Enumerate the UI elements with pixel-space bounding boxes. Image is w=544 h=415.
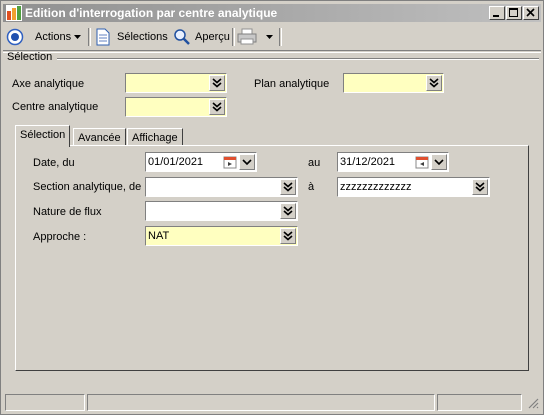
selections-button[interactable]: Sélections bbox=[95, 27, 168, 47]
selection-group-label: Sélection bbox=[7, 51, 53, 63]
section-from-dropdown-button[interactable] bbox=[280, 179, 296, 195]
calendar-icon bbox=[415, 156, 429, 169]
toolbar-separator bbox=[279, 28, 282, 46]
window: Edition d'interrogation par centre analy… bbox=[0, 0, 544, 415]
a-label: à bbox=[308, 181, 315, 193]
apercu-button[interactable]: Aperçu bbox=[173, 27, 230, 47]
close-button[interactable] bbox=[523, 6, 539, 20]
date-to-field[interactable]: 31/12/2021 bbox=[337, 152, 449, 172]
date-from-field[interactable]: 01/01/2021 bbox=[145, 152, 257, 172]
tab-affichage-label: Affichage bbox=[132, 132, 178, 144]
apercu-label: Aperçu bbox=[195, 31, 230, 43]
date-to-dropdown-button[interactable] bbox=[431, 154, 447, 170]
actions-circle-icon bbox=[6, 28, 24, 46]
double-chevron-down-icon bbox=[212, 78, 222, 88]
section-to-dropdown-button[interactable] bbox=[472, 179, 488, 195]
print-menu[interactable] bbox=[237, 27, 275, 47]
date-from-dropdown-button[interactable] bbox=[239, 154, 255, 170]
centre-analytique-dropdown-button[interactable] bbox=[209, 99, 225, 115]
plan-analytique-dropdown-button[interactable] bbox=[426, 75, 442, 91]
chevron-down-icon bbox=[74, 35, 82, 39]
minimize-button[interactable] bbox=[489, 6, 505, 20]
section-from-combo[interactable] bbox=[145, 177, 298, 197]
tab-selection-label: Sélection bbox=[20, 129, 66, 141]
double-chevron-down-icon bbox=[283, 231, 293, 241]
toolbar: Actions Sélections Aperçu bbox=[3, 25, 541, 49]
resize-grip-icon[interactable] bbox=[527, 397, 539, 409]
approche-value: NAT bbox=[148, 230, 170, 242]
axe-analytique-combo[interactable] bbox=[125, 73, 227, 93]
calendar-icon bbox=[223, 156, 237, 169]
double-chevron-down-icon bbox=[212, 102, 222, 112]
app-window-icon bbox=[6, 5, 22, 21]
toolbar-separator bbox=[88, 28, 91, 46]
section-to-value: zzzzzzzzzzzzz bbox=[340, 181, 412, 193]
double-chevron-down-icon bbox=[475, 182, 485, 192]
centre-analytique-combo[interactable] bbox=[125, 97, 227, 117]
status-cell bbox=[437, 394, 522, 411]
magnifier-icon bbox=[174, 29, 190, 45]
maximize-icon bbox=[509, 8, 518, 17]
maximize-button[interactable] bbox=[506, 6, 522, 20]
axe-analytique-dropdown-button[interactable] bbox=[209, 75, 225, 91]
printer-icon bbox=[237, 28, 257, 45]
window-title: Edition d'interrogation par centre analy… bbox=[25, 6, 278, 20]
actions-menu[interactable]: Actions bbox=[6, 27, 83, 47]
double-chevron-down-icon bbox=[283, 182, 293, 192]
centre-analytique-label: Centre analytique bbox=[12, 101, 99, 113]
minimize-icon bbox=[493, 15, 499, 17]
chevron-down-icon bbox=[434, 159, 444, 166]
chevron-down-icon bbox=[242, 159, 252, 166]
close-icon bbox=[526, 8, 535, 17]
document-icon bbox=[96, 28, 110, 46]
plan-analytique-combo[interactable] bbox=[343, 73, 444, 93]
status-cell bbox=[5, 394, 85, 411]
axe-analytique-label: Axe analytique bbox=[12, 78, 85, 90]
toolbar-divider bbox=[3, 50, 541, 53]
tab-avancee-label: Avancée bbox=[78, 132, 121, 144]
chevron-down-icon bbox=[266, 35, 273, 39]
actions-label: Actions bbox=[35, 31, 72, 43]
section-to-combo[interactable]: zzzzzzzzzzzzz bbox=[337, 177, 490, 197]
tab-selection[interactable]: Sélection bbox=[15, 125, 71, 147]
plan-analytique-label: Plan analytique bbox=[254, 78, 330, 90]
double-chevron-down-icon bbox=[429, 78, 439, 88]
date-du-label: Date, du bbox=[33, 157, 75, 169]
status-bar bbox=[5, 394, 541, 412]
toolbar-separator bbox=[232, 28, 235, 46]
date-to-value: 31/12/2021 bbox=[340, 156, 396, 168]
group-divider bbox=[57, 58, 539, 60]
nature-flux-dropdown-button[interactable] bbox=[280, 203, 296, 219]
approche-combo[interactable]: NAT bbox=[145, 226, 298, 246]
date-from-calendar-button[interactable] bbox=[222, 154, 238, 170]
nature-flux-label: Nature de flux bbox=[33, 206, 102, 218]
date-to-calendar-button[interactable] bbox=[414, 154, 430, 170]
nature-flux-combo[interactable] bbox=[145, 201, 298, 221]
approche-label: Approche : bbox=[33, 231, 87, 243]
double-chevron-down-icon bbox=[283, 206, 293, 216]
title-bar[interactable]: Edition d'interrogation par centre analy… bbox=[3, 4, 541, 22]
au-label: au bbox=[308, 157, 321, 169]
status-cell bbox=[87, 394, 435, 411]
section-analytique-label: Section analytique, de bbox=[33, 181, 142, 193]
approche-dropdown-button[interactable] bbox=[280, 228, 296, 244]
selections-label: Sélections bbox=[117, 31, 168, 43]
date-from-value: 01/01/2021 bbox=[148, 156, 204, 168]
